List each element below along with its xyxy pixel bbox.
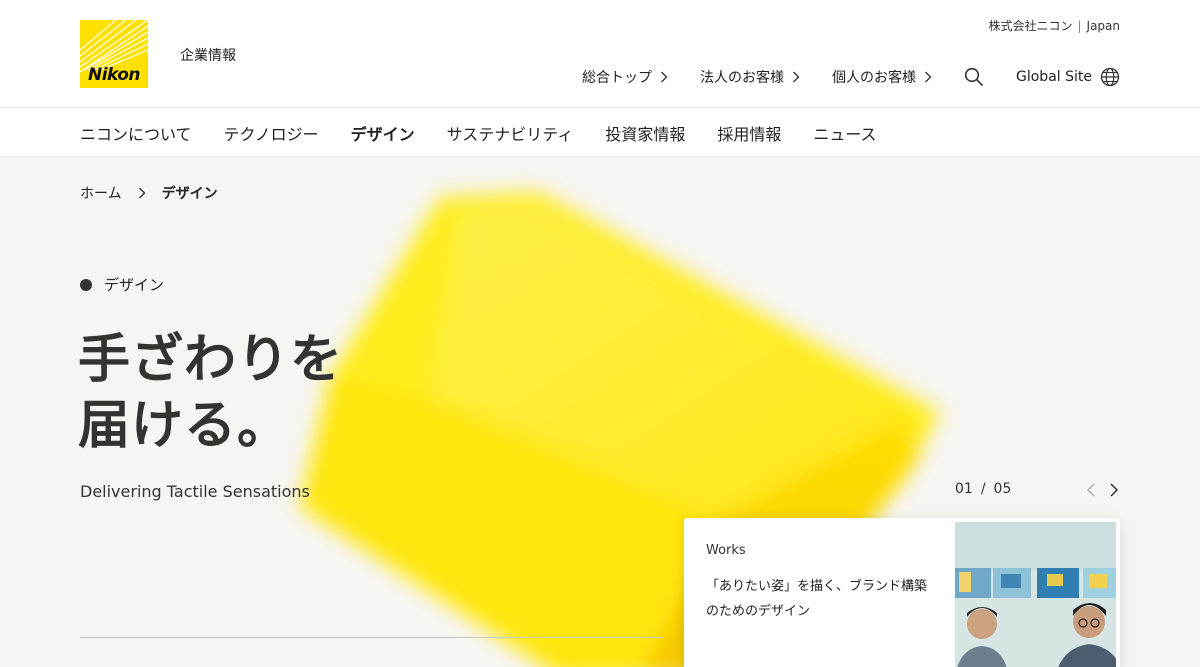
hero-section: ホーム デザイン デザイン 手ざわりを 届ける。 Delivering Tact… bbox=[0, 157, 1200, 667]
language-selector[interactable]: 株式会社ニコン | Japan bbox=[988, 17, 1120, 34]
link-business-customers-label: 法人のお客様 bbox=[700, 70, 784, 86]
chevron-right-icon bbox=[793, 71, 800, 83]
nav-item-careers[interactable]: 採用情報 bbox=[717, 121, 781, 145]
chevron-right-icon bbox=[925, 71, 932, 83]
link-general-top-label: 総合トップ bbox=[582, 70, 652, 86]
chevron-right-icon bbox=[138, 187, 146, 199]
bullet-dot-icon bbox=[80, 278, 92, 291]
company-name: 株式会社ニコン bbox=[988, 19, 1073, 33]
nikon-logo[interactable]: Nikon bbox=[80, 20, 148, 88]
nav-item-design[interactable]: デザイン bbox=[351, 121, 415, 145]
link-business-customers[interactable]: 法人のお客様 bbox=[700, 67, 800, 87]
page-subtitle: Delivering Tactile Sensations bbox=[80, 482, 310, 501]
card-title: 「ありたい姿」を描く、ブランド構築のためのデザイン bbox=[706, 579, 928, 619]
chevron-right-icon[interactable] bbox=[1107, 482, 1121, 498]
link-personal-customers-label: 個人のお客様 bbox=[832, 70, 916, 86]
region-label[interactable]: Japan bbox=[1087, 19, 1120, 33]
breadcrumb: ホーム デザイン bbox=[80, 183, 218, 203]
card-category: Works bbox=[706, 543, 746, 558]
nav-item-investors[interactable]: 投資家情報 bbox=[605, 121, 685, 145]
main-nav: ニコンについて テクノロジー デザイン サステナビリティ 投資家情報 採用情報 … bbox=[0, 108, 1200, 157]
globe-icon bbox=[1100, 67, 1120, 87]
site-header: Nikon 企業情報 株式会社ニコン | Japan 総合トップ 法人のお客様 個人… bbox=[0, 0, 1200, 108]
nav-item-news[interactable]: ニュース bbox=[813, 121, 876, 145]
search-icon[interactable] bbox=[964, 67, 984, 87]
nav-item-technology[interactable]: テクノロジー bbox=[224, 121, 319, 145]
link-general-top[interactable]: 総合トップ bbox=[582, 67, 668, 87]
page-title: 手ざわりを 届ける。 bbox=[78, 327, 498, 459]
slide-total: 05 bbox=[993, 481, 1012, 497]
nav-item-sustainability[interactable]: サステナビリティ bbox=[447, 121, 574, 145]
corporate-info-label[interactable]: 企業情報 bbox=[180, 45, 236, 65]
section-label-text: デザイン bbox=[104, 276, 165, 294]
chevron-right-icon bbox=[661, 71, 668, 83]
slide-current: 01 bbox=[955, 481, 973, 497]
utility-nav: 総合トップ 法人のお客様 個人のお客様 Global Site bbox=[582, 66, 1120, 88]
link-personal-customers[interactable]: 個人のお客様 bbox=[832, 67, 932, 87]
page-title-line-1: 手ざわりを bbox=[78, 330, 344, 390]
logo-wordmark: Nikon bbox=[87, 65, 141, 85]
chevron-left-icon[interactable] bbox=[1084, 482, 1098, 498]
divider bbox=[80, 637, 664, 638]
feature-card[interactable]: Works 「ありたい姿」を描く、ブランド構築のためのデザイン bbox=[684, 518, 1120, 667]
global-site-link[interactable]: Global Site bbox=[1016, 67, 1120, 87]
breadcrumb-current: デザイン bbox=[161, 186, 218, 202]
breadcrumb-home[interactable]: ホーム bbox=[80, 183, 122, 203]
global-site-label: Global Site bbox=[1016, 69, 1092, 85]
nav-item-about[interactable]: ニコンについて bbox=[80, 121, 192, 145]
page-title-line-2: 届ける。 bbox=[78, 396, 291, 456]
card-photo bbox=[955, 522, 1116, 667]
section-label: デザイン bbox=[80, 274, 164, 295]
slide-counter: 01/05 bbox=[955, 481, 1012, 497]
